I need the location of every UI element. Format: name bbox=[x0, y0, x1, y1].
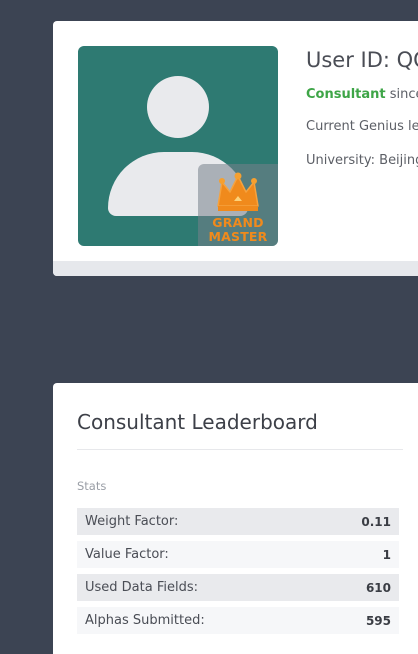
genius-level-text: Current Genius le bbox=[306, 119, 418, 134]
profile-card-footer bbox=[53, 261, 418, 276]
avatar-head bbox=[147, 76, 209, 138]
user-id-heading: User ID: QQ bbox=[306, 48, 418, 72]
stat-label: Value Factor: bbox=[85, 547, 169, 562]
avatar: GRAND MASTER bbox=[78, 46, 278, 246]
leaderboard-card: Consultant Leaderboard Stats Weight Fact… bbox=[53, 383, 418, 654]
stat-value: 595 bbox=[365, 613, 391, 628]
stat-value: 1 bbox=[382, 547, 391, 562]
university-text: University: Beijing bbox=[306, 153, 418, 168]
stat-value: 610 bbox=[365, 580, 391, 595]
stat-label: Weight Factor: bbox=[85, 514, 179, 529]
divider bbox=[77, 449, 403, 450]
stat-label: Alphas Submitted: bbox=[85, 613, 205, 628]
badge-line-1: GRAND bbox=[212, 215, 264, 230]
stat-label: Used Data Fields: bbox=[85, 580, 199, 595]
role-label: Consultant bbox=[306, 87, 386, 102]
stat-row-used-data-fields: Used Data Fields: 610 bbox=[77, 574, 399, 601]
role-line: Consultant since bbox=[306, 87, 418, 102]
badge-line-2: MASTER bbox=[208, 228, 268, 244]
stat-row-alphas-submitted: Alphas Submitted: 595 bbox=[77, 607, 399, 634]
leaderboard-title: Consultant Leaderboard bbox=[77, 410, 318, 434]
stat-value: 0.11 bbox=[361, 514, 391, 529]
role-suffix: since bbox=[389, 87, 418, 102]
stat-row-value-factor: Value Factor: 1 bbox=[77, 541, 399, 568]
profile-card: GRAND MASTER User ID: QQ Consultant sinc… bbox=[53, 21, 418, 276]
stat-row-weight-factor: Weight Factor: 0.11 bbox=[77, 508, 399, 535]
stats-label: Stats bbox=[77, 479, 107, 493]
crown-icon bbox=[217, 172, 259, 211]
stats-table: Weight Factor: 0.11 Value Factor: 1 Used… bbox=[77, 508, 399, 640]
grandmaster-badge: GRAND MASTER bbox=[198, 164, 278, 246]
